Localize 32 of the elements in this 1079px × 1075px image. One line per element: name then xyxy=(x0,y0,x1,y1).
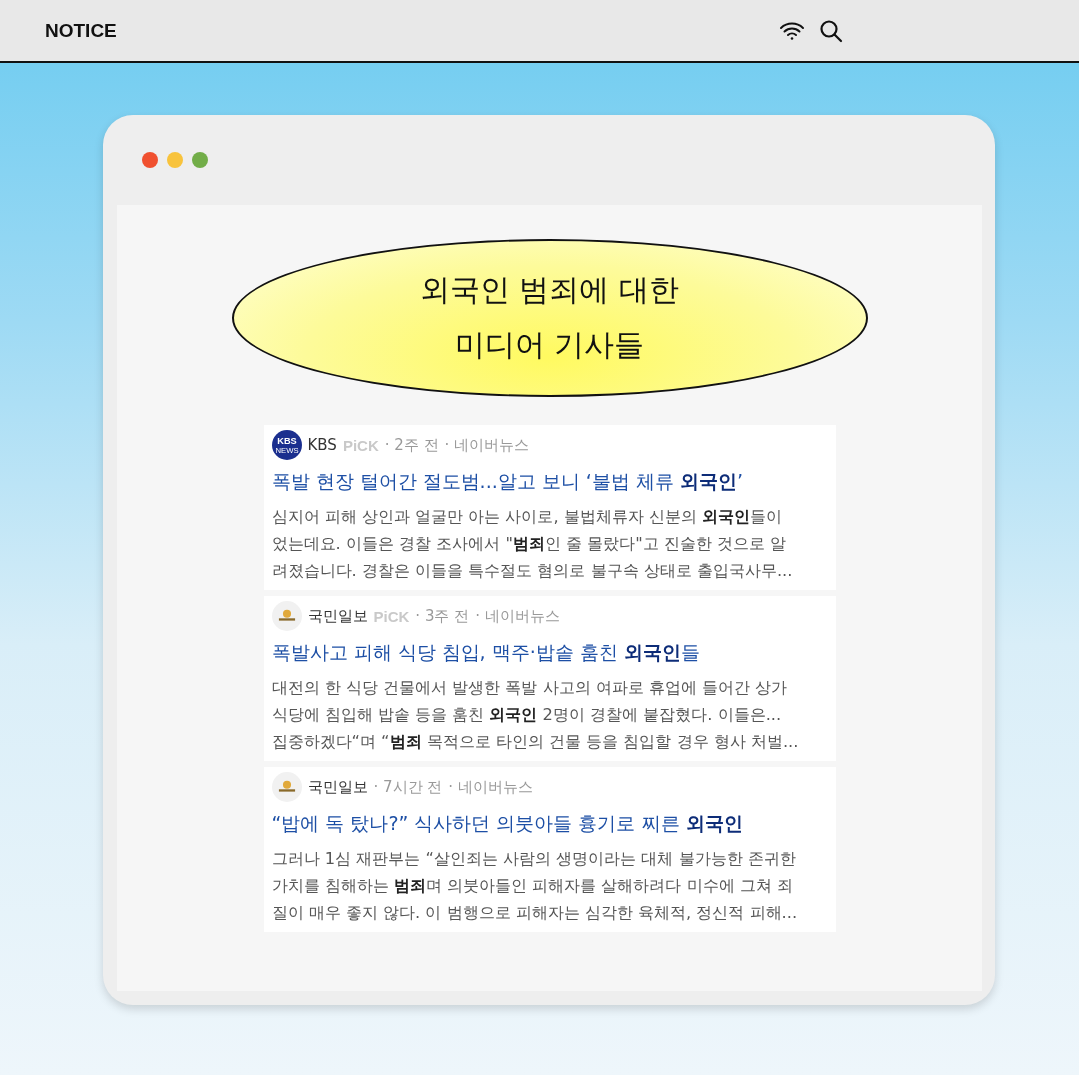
publish-time: · 3주 전 xyxy=(415,606,470,626)
snippet-line: 식당에 침입해 밥솥 등을 훔친 외국인 2명이 경찰에 붙잡혔다. 이들은... xyxy=(271,704,783,726)
news-source[interactable]: KBS xyxy=(307,436,337,454)
search-icon[interactable] xyxy=(819,18,843,43)
snippet-line: 집중하겠다“며 “범죄 목적으로 타인의 건물 등을 침입할 경우 형사 처벌... xyxy=(271,731,800,753)
platform-name: · 네이버뉴스 xyxy=(448,777,533,797)
snippet-line: 그러나 1심 재판부는 “살인죄는 사람의 생명이라는 대체 불가능한 존귀한 xyxy=(271,848,797,870)
news-source[interactable]: 국민일보 xyxy=(307,777,368,797)
emblem-icon xyxy=(271,772,302,802)
snippet-line: 심지어 피해 상인과 얼굴만 아는 사이로, 불법체류자 신분의 외국인들이 xyxy=(271,506,784,528)
snippet-line: 가치를 침해하는 범죄며 의붓아들인 피해자를 살해하려다 미수에 그쳐 죄 xyxy=(271,875,794,897)
publish-time: · 2주 전 xyxy=(384,435,439,455)
news-headline[interactable]: 폭발 현장 털어간 절도범...알고 보니 ‘불법 체류 외국인’ xyxy=(271,469,828,495)
snippet-line: 대전의 한 식당 건물에서 발생한 폭발 사고의 여파로 휴업에 들어간 상가 xyxy=(271,677,789,699)
window-dot[interactable] xyxy=(142,152,158,168)
banner-line: 외국인 범죄에 대한 xyxy=(419,271,680,309)
publish-time: · 7시간 전 xyxy=(373,777,443,797)
snippet-line: 었는데요. 이들은 경찰 조사에서 "범죄인 줄 몰랐다"고 진술한 것으로 알 xyxy=(271,533,788,555)
app-title: NOTICE xyxy=(45,19,117,42)
emblem-icon xyxy=(271,601,302,631)
wifi-icon xyxy=(779,20,805,41)
news-logo: KBS NEWS xyxy=(271,430,302,460)
platform-name: · 네이버뉴스 xyxy=(475,606,560,626)
window-dot[interactable] xyxy=(167,152,183,168)
platform-name: · 네이버뉴스 xyxy=(444,435,530,455)
news-headline[interactable]: “밥에 독 탔나?” 식사하던 의붓아들 흉기로 찌른 외국인 xyxy=(271,811,828,837)
snippet-line: 려졌습니다. 경찰은 이들을 특수절도 혐의로 불구속 상태로 출입국사무... xyxy=(271,560,794,582)
news-source[interactable]: 국민일보 xyxy=(307,606,368,626)
news-headline[interactable]: 폭발사고 피해 식당 침입, 맥주·밥솥 훔친 외국인들 xyxy=(271,640,828,666)
banner-line: 미디어 기사들 xyxy=(454,326,645,364)
window-dot[interactable] xyxy=(192,152,208,168)
snippet-line: 질이 매우 좋지 않다. 이 범행으로 피해자는 심각한 육체적, 정신적 피해... xyxy=(271,902,799,924)
